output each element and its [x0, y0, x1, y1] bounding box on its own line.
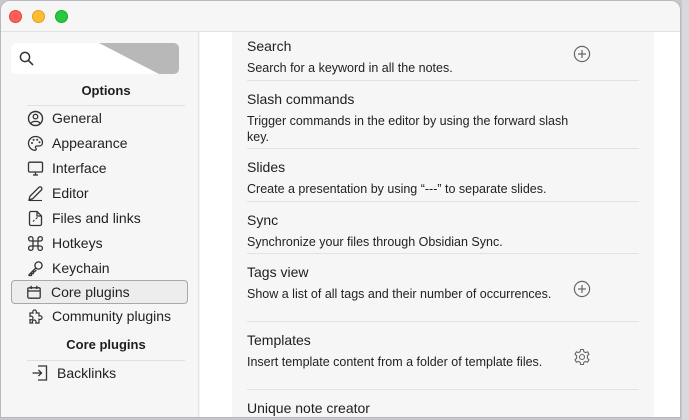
minimize-window-button[interactable]	[32, 10, 45, 23]
sidebar-item-label: Editor	[52, 185, 89, 201]
sidebar-item-files-and-links[interactable]: Files and links	[11, 206, 188, 230]
sidebar-item-general[interactable]: General	[11, 106, 188, 130]
plugin-row-slash-commands: Slash commands Trigger commands in the e…	[247, 91, 639, 149]
sidebar-item-label: Keychain	[52, 260, 110, 276]
gear-icon[interactable]	[573, 348, 591, 366]
sidebar-item-label: General	[52, 110, 102, 126]
hotkeys-icon	[26, 234, 44, 252]
community-plugins-icon	[26, 307, 44, 325]
sidebar-item-core-plugins[interactable]: Core plugins	[11, 280, 188, 304]
sidebar-item-backlinks[interactable]: Backlinks	[11, 361, 188, 385]
search-input[interactable]	[41, 43, 101, 74]
plugin-name: Slides	[247, 159, 286, 175]
general-icon	[26, 109, 44, 127]
files-and-links-icon	[26, 209, 44, 227]
plugin-row-sync: Sync Synchronize your files through Obsi…	[247, 212, 639, 254]
sidebar-item-label: Backlinks	[57, 365, 117, 381]
editor-icon	[26, 184, 44, 202]
plugin-row-templates: Templates Insert template content from a…	[247, 332, 639, 390]
plugin-row-unique-note-creator: Unique note creator	[247, 400, 639, 417]
sidebar-item-interface[interactable]: Interface	[11, 156, 188, 180]
interface-icon	[26, 159, 44, 177]
sidebar-item-keychain[interactable]: Keychain	[11, 256, 188, 280]
sidebar-item-appearance[interactable]: Appearance	[11, 131, 188, 155]
title-bar	[1, 1, 680, 32]
background-window-edge	[682, 0, 689, 420]
search-box-shading	[99, 43, 179, 74]
scrollbar-track[interactable]	[674, 32, 680, 417]
plugin-description: Insert template content from a folder of…	[247, 355, 543, 369]
plugin-name: Templates	[247, 332, 311, 348]
core-plugins-pane: Search Search for a keyword in all the n…	[200, 32, 680, 417]
plugin-row-tags-view: Tags view Show a list of all tags and th…	[247, 264, 639, 322]
sidebar-item-label: Community plugins	[52, 308, 172, 324]
core-plugins-heading: Core plugins	[66, 337, 146, 352]
sidebar-item-label: Appearance	[52, 135, 128, 151]
sidebar-item-label: Interface	[52, 160, 107, 176]
plugin-name: Sync	[247, 212, 279, 228]
add-icon[interactable]	[573, 280, 591, 298]
core-plugins-icon	[25, 283, 43, 301]
plugin-row-slides: Slides Create a presentation by using “-…	[247, 159, 639, 202]
search-box[interactable]	[11, 43, 179, 74]
sidebar-item-label: Core plugins	[51, 284, 130, 300]
plugin-name: Unique note creator	[247, 400, 370, 416]
plugin-description: Show a list of all tags and their number…	[247, 287, 552, 301]
appearance-icon	[26, 134, 44, 152]
close-window-button[interactable]	[9, 10, 22, 23]
plugin-description: Synchronize your files through Obsidian …	[247, 235, 503, 249]
plugin-description: Create a presentation by using “---” to …	[247, 182, 547, 196]
add-icon[interactable]	[573, 45, 591, 63]
plugin-description: Trigger commands in the editor by using …	[247, 114, 569, 144]
sidebar-item-label: Files and links	[52, 210, 141, 226]
zoom-window-button[interactable]	[55, 10, 68, 23]
keychain-icon	[26, 259, 44, 277]
sidebar-item-editor[interactable]: Editor	[11, 181, 188, 205]
plugin-description: Search for a keyword in all the notes.	[247, 61, 453, 75]
backlinks-icon	[31, 364, 49, 382]
plugin-name: Slash commands	[247, 91, 355, 107]
sidebar-item-hotkeys[interactable]: Hotkeys	[11, 231, 188, 255]
options-heading: Options	[81, 83, 131, 98]
search-icon	[19, 51, 34, 66]
sidebar-item-label: Hotkeys	[52, 235, 103, 251]
settings-sidebar: Options General Appearance Interface Edi	[1, 32, 199, 417]
plugin-name: Tags view	[247, 264, 309, 280]
sidebar-item-community-plugins[interactable]: Community plugins	[11, 304, 188, 328]
plugin-row-search: Search Search for a keyword in all the n…	[247, 38, 639, 81]
settings-window: Options General Appearance Interface Edi	[0, 0, 681, 418]
